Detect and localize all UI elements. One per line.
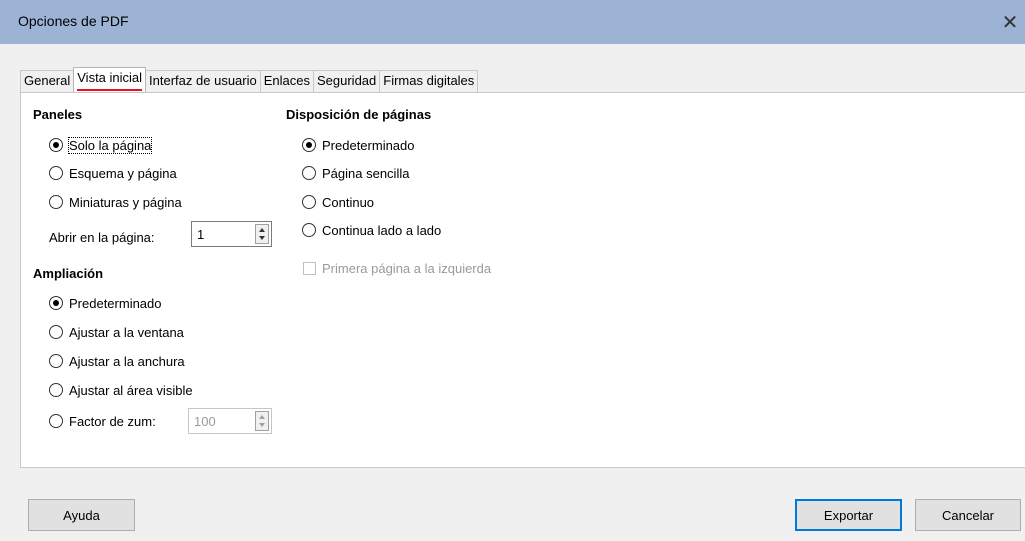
ampliacion-heading: Ampliación [33, 266, 104, 281]
radio-ajustar-ventana[interactable]: Ajustar a la ventana [49, 322, 184, 342]
checkbox[interactable] [303, 261, 316, 275]
zoom-factor-value[interactable]: 100 [194, 414, 216, 429]
radio-label: Continuo [322, 194, 375, 210]
open-page-value[interactable]: 1 [197, 227, 204, 242]
radio-continua-lado-a-lado[interactable]: Continua lado a lado [302, 220, 441, 240]
cancel-button[interactable]: Cancelar [915, 499, 1021, 531]
spin-down-icon[interactable] [259, 236, 265, 240]
radio-label: Predeterminado [69, 295, 162, 311]
tab-firmas-digitales[interactable]: Firmas digitales [379, 70, 479, 92]
help-button[interactable]: Ayuda [28, 499, 135, 531]
radio-button[interactable] [49, 354, 63, 368]
open-page-spinbox[interactable]: 1 [191, 221, 272, 247]
spin-buttons[interactable] [255, 224, 269, 244]
radio-label: Solo la página [67, 136, 153, 154]
radio-label: Ajustar a la ventana [69, 324, 184, 340]
radio-layout-predeterminado[interactable]: Predeterminado [302, 135, 415, 155]
radio-label: Continua lado a lado [322, 222, 442, 238]
radio-button-checked[interactable] [49, 296, 63, 310]
radio-label: Factor de zum: [69, 413, 156, 429]
window-title: Opciones de PDF [18, 13, 129, 29]
spin-down-icon[interactable] [259, 423, 265, 427]
radio-label: Ajustar al área visible [69, 382, 193, 398]
radio-button-checked[interactable] [302, 138, 316, 152]
radio-esquema-y-pagina[interactable]: Esquema y página [49, 163, 177, 183]
checkbox-primera-pagina-izquierda[interactable]: Primera página a la izquierda [303, 258, 491, 278]
radio-zoom-predeterminado[interactable]: Predeterminado [49, 293, 162, 313]
tab-vista-inicial[interactable]: Vista inicial [73, 67, 147, 92]
radio-factor-de-zum[interactable]: Factor de zum: [49, 411, 156, 431]
radio-button-checked[interactable] [49, 138, 63, 152]
radio-button[interactable] [302, 223, 316, 237]
radio-label: Miniaturas y página [69, 194, 182, 210]
radio-button[interactable] [302, 166, 316, 180]
tab-interfaz-de-usuario[interactable]: Interfaz de usuario [145, 70, 261, 92]
tab-bar: General Vista inicial Interfaz de usuari… [20, 67, 479, 92]
tab-enlaces[interactable]: Enlaces [259, 70, 314, 92]
radio-label: Predeterminado [322, 137, 415, 153]
dialog-footer: Ayuda Exportar Cancelar [0, 468, 1025, 541]
spin-buttons[interactable] [255, 411, 269, 431]
radio-button[interactable] [49, 383, 63, 397]
radio-label: Esquema y página [69, 165, 177, 181]
radio-button[interactable] [49, 166, 63, 180]
open-page-label: Abrir en la página: [49, 230, 155, 245]
tab-panel: Paneles Solo la página Esquema y página … [20, 92, 1025, 468]
tab-general[interactable]: General [20, 70, 75, 92]
radio-ajustar-area-visible[interactable]: Ajustar al área visible [49, 380, 193, 400]
radio-miniaturas-y-pagina[interactable]: Miniaturas y página [49, 192, 182, 212]
radio-label: Página sencilla [322, 165, 410, 181]
tab-seguridad[interactable]: Seguridad [312, 70, 381, 92]
spin-up-icon[interactable] [259, 415, 265, 419]
title-bar: Opciones de PDF ✕ [0, 0, 1025, 44]
export-button[interactable]: Exportar [795, 499, 902, 531]
radio-button[interactable] [302, 195, 316, 209]
radio-continuo[interactable]: Continuo [302, 192, 374, 212]
radio-button[interactable] [49, 195, 63, 209]
spin-up-icon[interactable] [259, 228, 265, 232]
radio-button[interactable] [49, 325, 63, 339]
zoom-factor-spinbox[interactable]: 100 [188, 408, 272, 434]
close-icon[interactable]: ✕ [995, 0, 1025, 44]
radio-ajustar-anchura[interactable]: Ajustar a la anchura [49, 351, 185, 371]
radio-solo-la-pagina[interactable]: Solo la página [49, 135, 153, 155]
radio-pagina-sencilla[interactable]: Página sencilla [302, 163, 409, 183]
paneles-heading: Paneles [33, 107, 83, 122]
radio-button[interactable] [49, 414, 63, 428]
radio-label: Ajustar a la anchura [69, 353, 185, 369]
checkbox-label: Primera página a la izquierda [322, 260, 492, 276]
disposicion-heading: Disposición de páginas [286, 107, 432, 122]
